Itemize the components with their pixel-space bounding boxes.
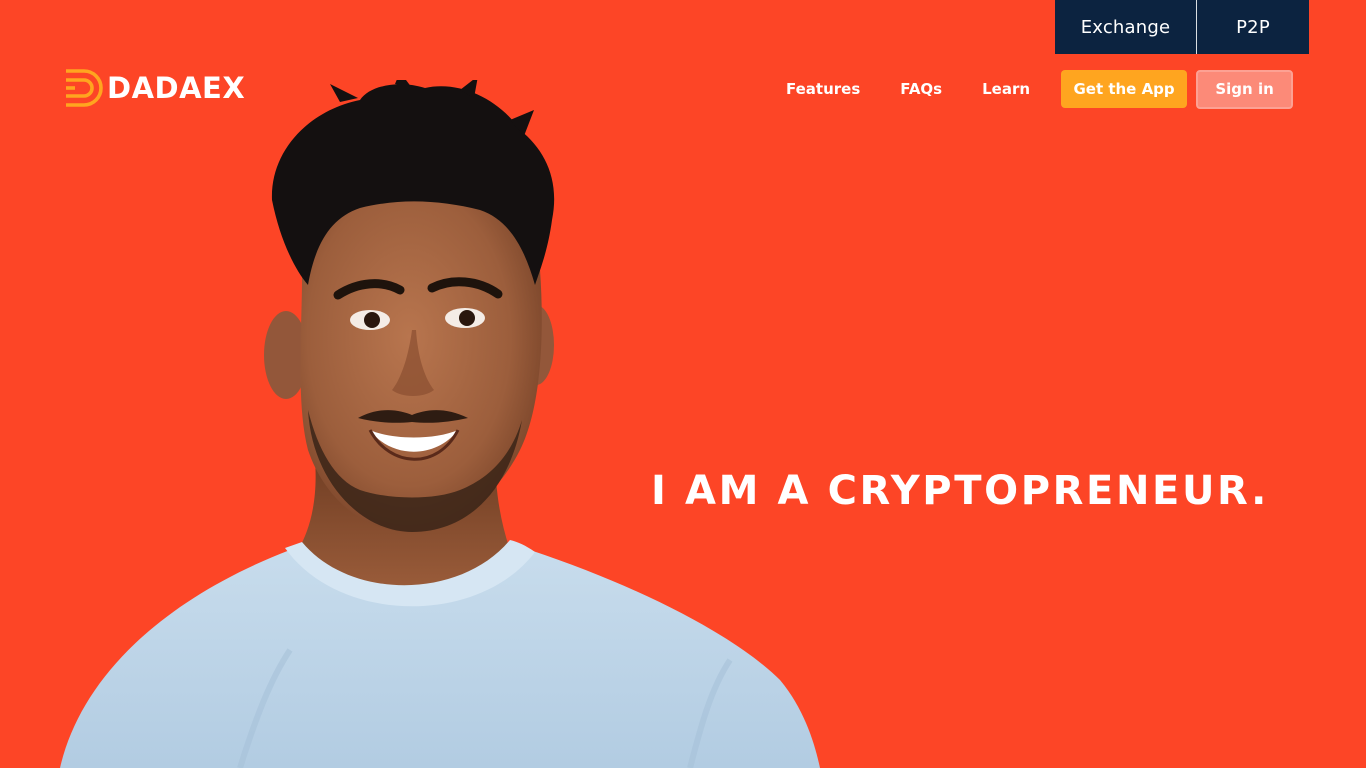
main-nav: Features FAQs Learn Get the App Sign in	[786, 69, 1294, 109]
smiling-man-portrait	[60, 80, 820, 768]
p2p-tab[interactable]: P2P	[1197, 0, 1309, 54]
get-the-app-button[interactable]: Get the App	[1061, 70, 1188, 108]
nav-learn-link[interactable]: Learn	[982, 80, 1030, 98]
sign-in-button[interactable]: Sign in	[1196, 69, 1294, 109]
exchange-tab[interactable]: Exchange	[1055, 0, 1196, 54]
nav-faqs-link[interactable]: FAQs	[900, 80, 942, 98]
hero-headline: I AM A CRYPTOPRENEUR.	[651, 468, 1269, 514]
product-switcher: Exchange P2P	[1055, 0, 1309, 54]
switcher-divider	[1196, 0, 1197, 54]
